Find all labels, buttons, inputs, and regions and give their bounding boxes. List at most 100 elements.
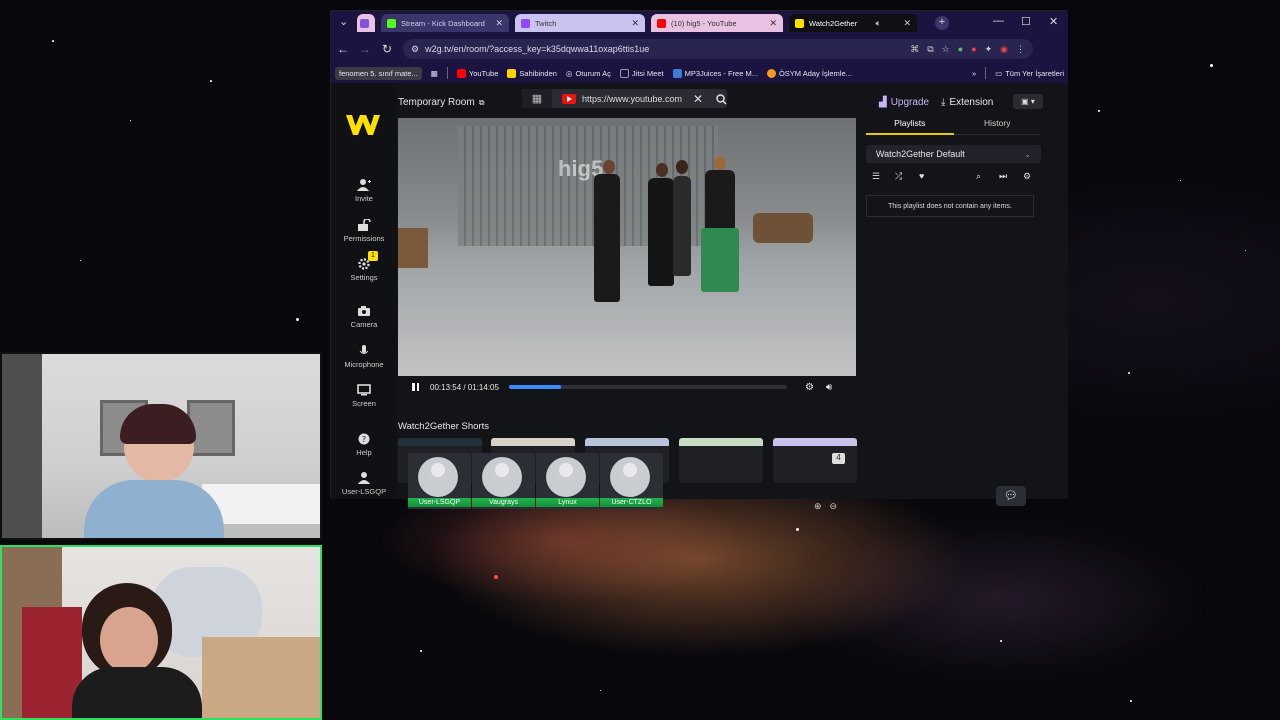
reload-icon[interactable]: ↻ [381,42,393,56]
new-tab-button[interactable]: + [935,16,949,30]
bookmark-item[interactable]: YouTube [456,68,498,78]
nav-label: Camera [350,320,378,329]
tab-twitch[interactable]: Twitch ✕ [515,14,645,32]
playlist-select[interactable]: Watch2Gether Default ⌄ [866,145,1041,163]
tab-youtube[interactable]: (10) hig5 - YouTube ✕ [651,14,783,32]
user-card[interactable]: User-CTZLO [600,453,663,509]
divider [446,67,448,79]
settings-button[interactable]: 1 Settings [331,251,397,282]
translate-icon[interactable]: ⌘ [910,44,919,55]
zoom-in-icon[interactable]: ⊕ [814,501,822,512]
close-icon[interactable]: ✕ [631,18,639,29]
mp3juices-icon [672,68,682,78]
room-title-text: Temporary Room [398,97,475,108]
extension-icon[interactable]: ● [958,44,963,55]
short-thumbnail[interactable] [679,438,763,483]
user-name: Vaugrays [472,498,535,507]
jitsi-icon [619,68,629,78]
tab-group-icon[interactable] [357,14,375,32]
heart-icon[interactable]: ♥ [919,171,924,181]
maximize-button[interactable]: ☐ [1021,15,1031,28]
gear-icon[interactable]: ⚙︎ [1023,171,1031,182]
back-icon[interactable]: ← [337,42,349,56]
nav-label: Screen [352,399,376,408]
puzzle-icon[interactable]: ✦ [985,44,993,55]
webcam-person [84,480,224,538]
close-window-button[interactable]: ✕ [1049,15,1058,28]
help-icon: ? [358,433,370,445]
extension-button[interactable]: ⤓ Extension [941,97,993,108]
close-icon[interactable]: ✕ [903,18,911,29]
seek-bar[interactable] [508,385,787,389]
dancer [656,163,668,177]
camera-icon [358,306,370,316]
speaker-icon[interactable]: 🔈︎ [876,18,881,29]
next-icon[interactable]: ⏭︎ [999,171,1007,182]
copy-icon[interactable]: ⧉ [479,98,485,108]
language-button[interactable]: ▣ ▾ [1013,94,1043,109]
camera-button[interactable]: Camera [331,305,397,329]
forward-icon[interactable]: → [359,42,371,56]
grid-icon[interactable]: ▦ [522,89,552,108]
tab-kick[interactable]: Stream - Kick Dashboard ✕ [381,14,509,32]
search-icon[interactable]: ⌕ [976,171,981,182]
volume-icon[interactable]: 🔊︎ [826,382,832,393]
list-icon[interactable]: ☰ [872,171,880,182]
shuffle-icon[interactable]: ⤮ [895,171,902,182]
all-bookmarks-button[interactable]: ▭ Tüm Yer İşaretleri [995,69,1064,78]
right-panel: Playlists History Watch2Gether Default ⌄… [866,118,1041,498]
invite-button[interactable]: Invite [331,179,397,203]
minimize-button[interactable]: — [993,15,1004,27]
profile-avatar[interactable]: ◉ [1000,44,1008,55]
bookmark-item[interactable]: fenomen 5. sınıf mate... [335,66,422,80]
room-title[interactable]: Temporary Room ⧉ [398,97,484,108]
site-info-icon[interactable]: ⚙︎ [411,44,419,55]
chat-toggle-button[interactable]: 💬︎ [996,486,1026,506]
w2g-logo[interactable] [346,113,380,137]
more-bookmarks-icon[interactable]: » [972,69,976,78]
permissions-button[interactable]: Permissions [331,219,397,243]
youtube-icon [456,68,466,78]
help-button[interactable]: ? Help [331,433,397,457]
tab-history[interactable]: History [953,118,1041,135]
apps-icon[interactable]: ▦ [431,69,438,78]
pause-button[interactable] [412,383,422,391]
screen-button[interactable]: Screen [331,384,397,408]
bookmark-item[interactable]: ÖSYM Aday İşlemle... [766,68,852,78]
user-card[interactable]: Vaugrays [472,453,535,509]
address-bar-row: ← → ↻ ⚙︎ w2g.tv/en/room/?access_key=k35d… [331,35,1068,63]
video-frame [398,258,856,376]
video-player[interactable]: hig5 [398,118,856,376]
user-profile-button[interactable]: User-LSGQP [331,472,397,496]
user-card[interactable]: User-LSGQP [408,453,471,509]
zoom-out-icon[interactable]: ⊖ [830,501,838,512]
zoom-controls: ⊕ ⊖ [814,501,837,512]
clear-url-icon[interactable]: ✕ [693,92,703,106]
close-icon[interactable]: ✕ [495,18,503,29]
video-frame [753,213,813,243]
bookmark-item[interactable]: MP3Juices - Free M... [672,68,758,78]
bookmark-label: Tüm Yer İşaretleri [1005,68,1064,78]
extension-icon[interactable]: ● [971,44,976,55]
tab-search-icon[interactable]: ⌄ [339,15,348,28]
w2g-icon [795,18,804,28]
tab-label: (10) hig5 - YouTube [671,18,737,28]
tab-playlists[interactable]: Playlists [866,118,954,135]
upgrade-button[interactable]: ▟ Upgrade [879,97,929,108]
menu-icon[interactable]: ⋮ [1016,44,1025,55]
search-icon[interactable] [716,94,727,105]
w2g-page: Invite Permissions 1 Settings Camera Mic… [331,83,1068,511]
microphone-button[interactable]: Microphone [331,345,397,369]
player-settings-icon[interactable]: ⚙︎ [805,382,814,393]
tab-watch2gether[interactable]: Watch2Gether 🔈︎ ✕ [789,14,917,32]
time-display: 00:13:54 / 01:14:05 [430,382,499,392]
webcam-person [100,607,158,673]
bookmark-star-icon[interactable]: ☆ [942,44,950,55]
install-icon[interactable]: ⧉ [927,44,933,55]
url-field[interactable]: ⚙︎ w2g.tv/en/room/?access_key=k35dqwwa11… [403,39,1033,59]
bookmark-item[interactable]: ◎ Oturum Aç [566,69,611,78]
close-icon[interactable]: ✕ [769,18,777,29]
bookmark-item[interactable]: Sahibinden [507,68,557,78]
bookmark-item[interactable]: Jitsi Meet [619,68,664,78]
user-card[interactable]: Lynux [536,453,599,509]
